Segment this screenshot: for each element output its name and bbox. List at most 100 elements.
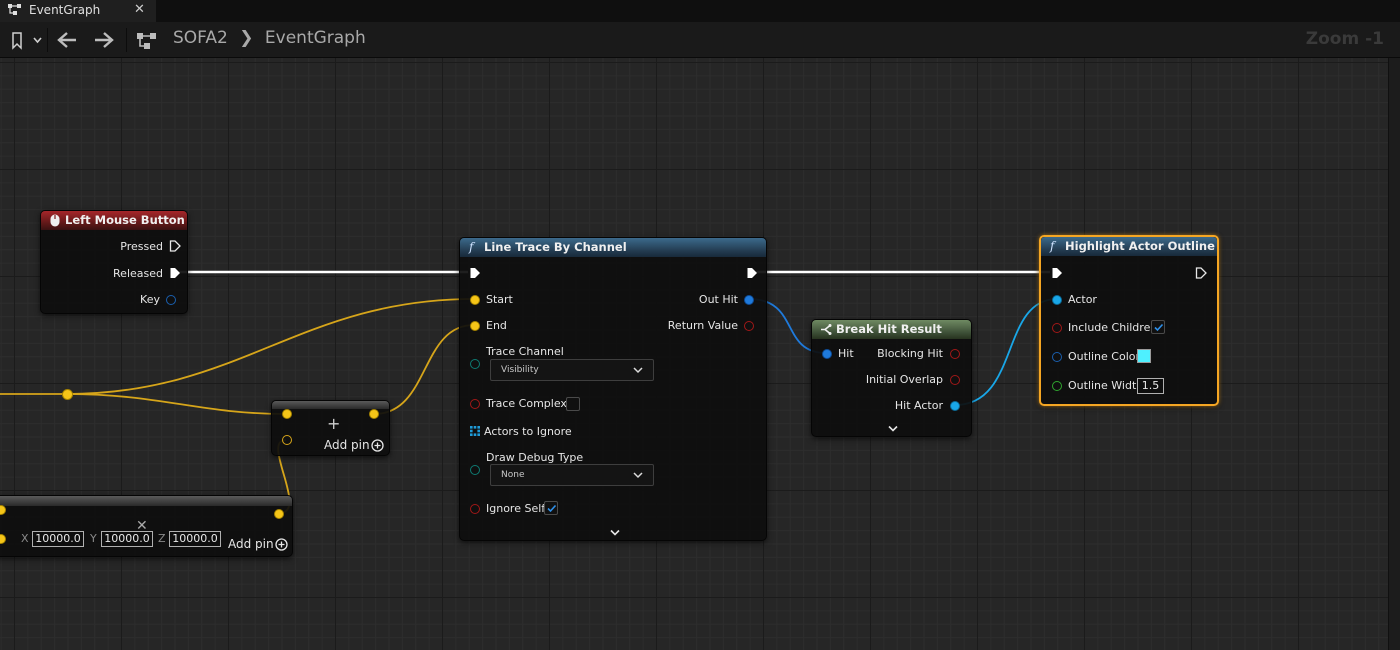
out-hit-pin-icon[interactable]: [744, 295, 754, 305]
tab-close-button[interactable]: ✕: [134, 0, 145, 20]
vertical-scrollbar[interactable]: [1388, 58, 1400, 650]
key-pin-icon[interactable]: [166, 295, 176, 305]
include-children-checkbox[interactable]: [1151, 320, 1165, 334]
expand-chevron-icon[interactable]: [609, 529, 621, 537]
pin-label-key: Key: [140, 293, 160, 306]
node-left-mouse-button[interactable]: Left Mouse Button Pressed Released Key: [40, 210, 188, 314]
pin-label-trace-complex: Trace Complex: [486, 397, 567, 410]
draw-debug-type-dropdown[interactable]: None: [490, 464, 654, 486]
return-value-pin-icon[interactable]: [744, 321, 754, 331]
node-header[interactable]: Break Hit Result: [812, 320, 971, 339]
exec-out-pin-icon[interactable]: [169, 240, 181, 252]
exec-in-pin-icon[interactable]: [469, 267, 481, 279]
exec-out-pin-icon[interactable]: [169, 267, 181, 279]
tab-title: EventGraph: [29, 3, 101, 17]
chevron-down-icon: [633, 472, 643, 479]
chevron-down-icon: [633, 367, 643, 374]
add-pin-icon[interactable]: [275, 538, 288, 551]
pin-label-pressed: Pressed: [120, 240, 163, 253]
ignore-self-pin-icon[interactable]: [470, 504, 480, 514]
node-header-strip: [272, 401, 389, 409]
draw-debug-type-value: None: [501, 470, 525, 480]
trace-complex-pin-icon[interactable]: [470, 399, 480, 409]
draw-debug-type-pin-icon[interactable]: [470, 465, 480, 475]
node-line-trace-by-channel[interactable]: f Line Trace By Channel Start Out Hit En…: [459, 237, 767, 541]
pin-label-trace-channel: Trace Channel: [486, 345, 564, 358]
node-make-vector[interactable]: ✕ X 10000.0 Y 10000.0 Z 10000.0 Add pin: [0, 495, 293, 557]
pin-label-start: Start: [486, 293, 513, 306]
outline-width-pin-icon[interactable]: [1052, 381, 1062, 391]
node-header[interactable]: f Highlight Actor Outline: [1041, 237, 1217, 256]
outline-width-field[interactable]: 1.5: [1137, 378, 1164, 394]
toolbar-divider: [47, 28, 48, 52]
split-struct-icon: [821, 324, 832, 335]
vector-in-pin-icon[interactable]: [0, 534, 6, 544]
node-break-hit-result[interactable]: Break Hit Result Hit Blocking Hit Initia…: [811, 319, 972, 437]
vector-out-pin-icon[interactable]: [369, 409, 379, 419]
pin-label-hit-actor: Hit Actor: [894, 399, 943, 412]
forward-arrow-icon[interactable]: [93, 30, 115, 50]
vector-out-pin-icon[interactable]: [274, 509, 284, 519]
add-pin-label[interactable]: Add pin: [228, 537, 274, 551]
array-pin-icon[interactable]: [470, 426, 480, 436]
reroute-node[interactable]: [62, 389, 73, 400]
node-header[interactable]: Left Mouse Button: [41, 211, 187, 230]
vector-in-pin-icon[interactable]: [282, 409, 292, 419]
checkmark-icon: [547, 504, 557, 513]
exec-in-pin-icon[interactable]: [1051, 267, 1063, 279]
pin-label-ignore-self: Ignore Self: [486, 502, 546, 515]
graph-toolbar: SOFA2 ❯ EventGraph Zoom -1: [0, 22, 1400, 58]
expand-chevron-icon[interactable]: [887, 425, 899, 433]
node-add[interactable]: + Add pin: [271, 400, 390, 456]
add-glyph: +: [327, 414, 341, 433]
pin-label-actor: Actor: [1068, 293, 1097, 306]
breadcrumb-item-blueprint[interactable]: SOFA2: [173, 28, 228, 48]
vector-in-pin-icon[interactable]: [0, 505, 6, 515]
trace-complex-checkbox[interactable]: [566, 397, 580, 411]
breadcrumb-item-graph[interactable]: EventGraph: [265, 28, 366, 48]
pin-label-blocking-hit: Blocking Hit: [877, 347, 943, 360]
y-axis-label: Y: [90, 532, 97, 545]
function-icon: f: [1050, 239, 1055, 253]
hit-pin-icon[interactable]: [822, 349, 832, 359]
pin-label-actors-to-ignore: Actors to Ignore: [484, 425, 572, 438]
toolbar-divider: [126, 28, 127, 52]
pin-label-outline-width: Outline Width: [1068, 379, 1144, 392]
exec-out-pin-icon[interactable]: [1195, 267, 1207, 279]
start-pin-icon[interactable]: [470, 295, 480, 305]
node-header[interactable]: f Line Trace By Channel: [460, 238, 766, 257]
actor-pin-icon[interactable]: [1052, 295, 1062, 305]
blocking-hit-pin-icon[interactable]: [950, 349, 960, 359]
exec-out-pin-icon[interactable]: [746, 267, 758, 279]
pin-label-outline-color: Outline Color: [1068, 350, 1141, 363]
hit-actor-pin-icon[interactable]: [950, 401, 960, 411]
x-axis-label: X: [21, 532, 29, 545]
end-pin-icon[interactable]: [470, 321, 480, 331]
back-arrow-icon[interactable]: [56, 30, 78, 50]
tab-eventgraph[interactable]: EventGraph ✕: [0, 0, 156, 22]
blueprint-editor: EventGraph ✕ SOFA2 ❯ EventGraph Zoom -1: [0, 0, 1400, 650]
pin-label-include-children: Include Children: [1068, 321, 1158, 334]
ignore-self-checkbox[interactable]: [544, 501, 558, 515]
node-title: Break Hit Result: [836, 322, 942, 336]
trace-channel-pin-icon[interactable]: [470, 359, 480, 369]
trace-channel-dropdown[interactable]: Visibility: [490, 359, 654, 381]
outline-color-swatch[interactable]: [1137, 349, 1151, 363]
vector-in-pin-icon[interactable]: [282, 435, 292, 445]
x-value-field[interactable]: 10000.0: [32, 531, 84, 547]
add-pin-icon[interactable]: [371, 439, 384, 452]
y-value-field[interactable]: 10000.0: [101, 531, 153, 547]
mouse-icon: [50, 214, 60, 227]
initial-overlap-pin-icon[interactable]: [950, 375, 960, 385]
z-value-field[interactable]: 10000.0: [169, 531, 221, 547]
node-title: Line Trace By Channel: [484, 240, 627, 254]
add-pin-label[interactable]: Add pin: [324, 438, 370, 452]
outline-color-pin-icon[interactable]: [1052, 352, 1062, 362]
checkmark-icon: [1154, 323, 1164, 332]
node-title: Left Mouse Button: [65, 213, 185, 227]
pin-label-hit: Hit: [838, 347, 854, 360]
bookmark-icon[interactable]: [8, 31, 42, 51]
include-children-pin-icon[interactable]: [1052, 323, 1062, 333]
node-highlight-actor-outline[interactable]: f Highlight Actor Outline Actor Include …: [1039, 235, 1219, 406]
pin-label-initial-overlap: Initial Overlap: [865, 373, 943, 386]
